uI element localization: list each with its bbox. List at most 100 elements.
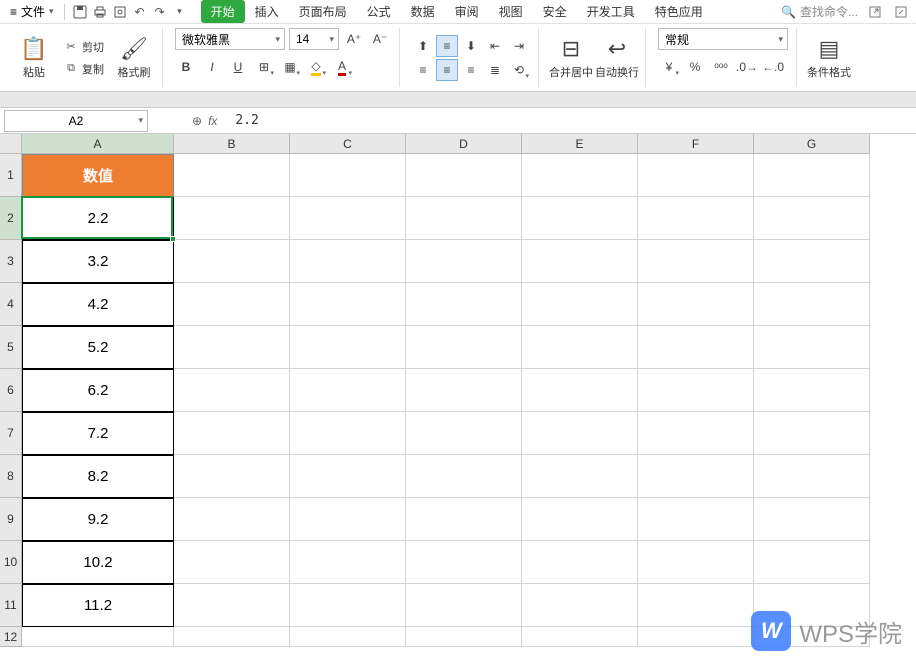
cell-A4[interactable]: 4.2 [22,283,174,326]
col-header-E[interactable]: E [522,134,638,154]
cell-E5[interactable] [522,326,638,369]
cell-B10[interactable] [174,541,290,584]
indent-decrease-icon[interactable]: ⇤ [484,35,506,57]
paste-button[interactable]: 📋 粘贴 [14,34,54,82]
cell-G4[interactable] [754,283,870,326]
cut-button[interactable]: ✂剪切 [60,38,108,56]
cell-B12[interactable] [174,627,290,647]
cell-D8[interactable] [406,455,522,498]
cell-C4[interactable] [290,283,406,326]
row-header-6[interactable]: 6 [0,369,22,412]
cell-E11[interactable] [522,584,638,627]
percent-icon[interactable]: % [684,56,706,78]
cell-F2[interactable] [638,197,754,240]
cell-F9[interactable] [638,498,754,541]
tab-home[interactable]: 开始 [201,0,245,23]
cell-B6[interactable] [174,369,290,412]
align-top-icon[interactable]: ⬆ [412,35,434,57]
cell-C8[interactable] [290,455,406,498]
cell-A5[interactable]: 5.2 [22,326,174,369]
share-icon[interactable] [866,3,884,21]
underline-icon[interactable]: U [227,56,249,78]
insert-function-icon[interactable]: ⊕ [192,114,202,128]
cell-A7[interactable]: 7.2 [22,412,174,455]
cell-F1[interactable] [638,154,754,197]
cell-F7[interactable] [638,412,754,455]
row-header-10[interactable]: 10 [0,541,22,584]
cell-C6[interactable] [290,369,406,412]
cell-G8[interactable] [754,455,870,498]
cell-C9[interactable] [290,498,406,541]
justify-icon[interactable]: ≣ [484,59,506,81]
save-icon[interactable] [71,3,89,21]
cell-F6[interactable] [638,369,754,412]
fill-color-icon[interactable]: ◇ [305,56,327,78]
cell-F10[interactable] [638,541,754,584]
tab-data[interactable]: 数据 [401,0,445,23]
col-header-C[interactable]: C [290,134,406,154]
cell-F4[interactable] [638,283,754,326]
cell-A11[interactable]: 11.2 [22,584,174,627]
row-header-7[interactable]: 7 [0,412,22,455]
cell-D11[interactable] [406,584,522,627]
cell-G1[interactable] [754,154,870,197]
tab-formulas[interactable]: 公式 [357,0,401,23]
cell-D3[interactable] [406,240,522,283]
cell-A3[interactable]: 3.2 [22,240,174,283]
redo-icon[interactable]: ↷ [151,3,169,21]
tab-page-layout[interactable]: 页面布局 [289,0,357,23]
cell-D5[interactable] [406,326,522,369]
row-header-2[interactable]: 2 [0,197,22,240]
cell-C1[interactable] [290,154,406,197]
pattern-icon[interactable]: ▦ [279,56,301,78]
cell-G9[interactable] [754,498,870,541]
row-header-9[interactable]: 9 [0,498,22,541]
tab-security[interactable]: 安全 [533,0,577,23]
cell-E7[interactable] [522,412,638,455]
row-header-12[interactable]: 12 [0,627,22,647]
col-header-A[interactable]: A [22,134,174,154]
align-right-icon[interactable]: ≡ [460,59,482,81]
cell-A8[interactable]: 8.2 [22,455,174,498]
row-header-3[interactable]: 3 [0,240,22,283]
font-size-combo[interactable]: 14 [289,28,339,50]
col-header-B[interactable]: B [174,134,290,154]
decrease-font-icon[interactable]: A⁻ [369,28,391,50]
cell-C12[interactable] [290,627,406,647]
cell-B2[interactable] [174,197,290,240]
align-middle-icon[interactable]: ≡ [436,35,458,57]
align-bottom-icon[interactable]: ⬇ [460,35,482,57]
cell-E2[interactable] [522,197,638,240]
cell-E6[interactable] [522,369,638,412]
cell-A2[interactable]: 2.2 [22,197,174,240]
increase-decimal-icon[interactable]: .0→ [736,56,758,78]
cell-G10[interactable] [754,541,870,584]
search-command[interactable]: 🔍 查找命令... [781,3,858,20]
cell-B11[interactable] [174,584,290,627]
select-all-corner[interactable] [0,134,22,154]
cell-E12[interactable] [522,627,638,647]
tab-special[interactable]: 特色应用 [645,0,713,23]
cell-E9[interactable] [522,498,638,541]
cell-E4[interactable] [522,283,638,326]
indent-increase-icon[interactable]: ⇥ [508,35,530,57]
cell-F3[interactable] [638,240,754,283]
cell-D4[interactable] [406,283,522,326]
cell-A1[interactable]: 数值 [22,154,174,197]
fx-icon[interactable]: fx [208,114,217,128]
cell-E1[interactable] [522,154,638,197]
decrease-decimal-icon[interactable]: ←.0 [762,56,784,78]
undo-icon[interactable]: ↶ [131,3,149,21]
cell-B7[interactable] [174,412,290,455]
cell-A9[interactable]: 9.2 [22,498,174,541]
cell-C2[interactable] [290,197,406,240]
tab-developer[interactable]: 开发工具 [577,0,645,23]
cell-B3[interactable] [174,240,290,283]
tab-view[interactable]: 视图 [489,0,533,23]
cell-B1[interactable] [174,154,290,197]
cell-B9[interactable] [174,498,290,541]
name-box[interactable]: A2 [4,110,148,132]
orientation-icon[interactable]: ⟲ [508,59,530,81]
comma-icon[interactable]: ᵒᵒᵒ [710,56,732,78]
cell-F12[interactable] [638,627,754,647]
